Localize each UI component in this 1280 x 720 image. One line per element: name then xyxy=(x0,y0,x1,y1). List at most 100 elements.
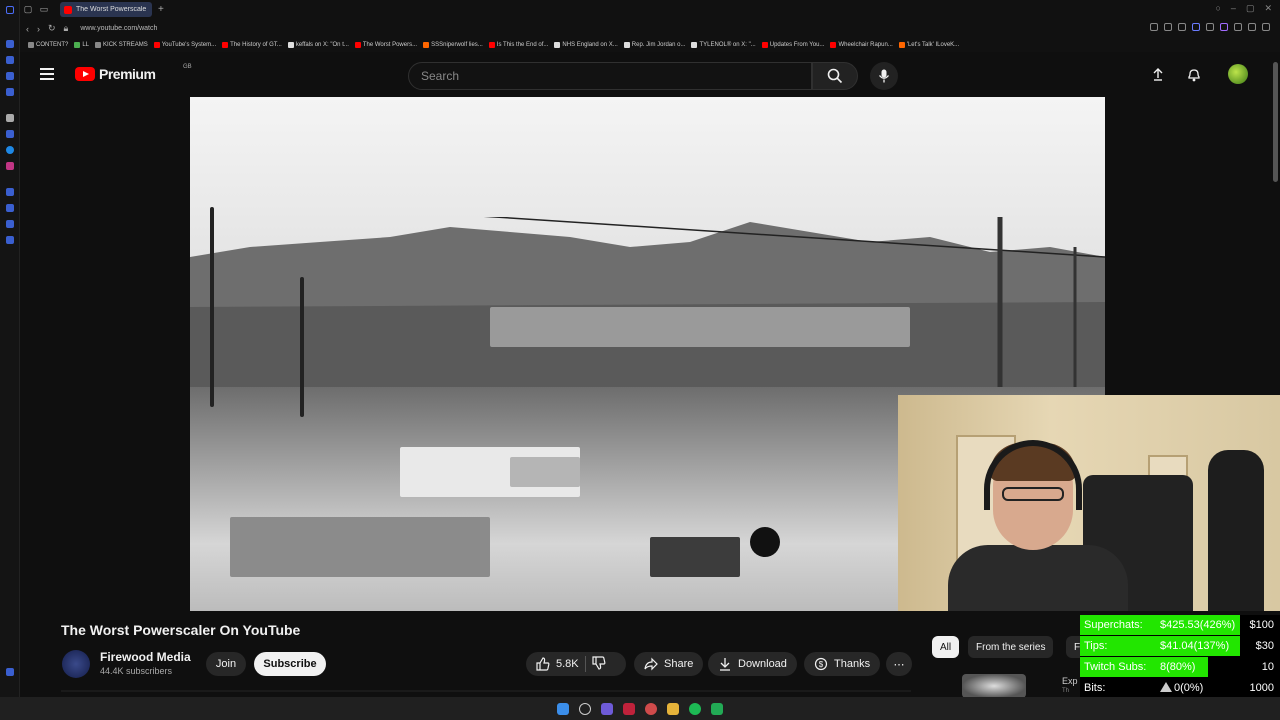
bookmark-label: SSSniperwolf lies... xyxy=(431,42,483,48)
new-tab-button[interactable]: + xyxy=(158,4,164,15)
vpn-icon[interactable] xyxy=(1192,23,1200,31)
search-input[interactable] xyxy=(421,69,781,83)
bookmark-icon[interactable] xyxy=(1178,23,1186,31)
opera-logo-icon[interactable] xyxy=(6,6,14,14)
sidebar-app-icon[interactable] xyxy=(6,40,14,48)
stream-goal-label: Bits: xyxy=(1084,682,1106,694)
subscribe-button[interactable]: Subscribe xyxy=(254,652,326,676)
recommended-title[interactable]: Exp xyxy=(1062,676,1078,686)
thanks-button[interactable]: $ Thanks xyxy=(804,652,881,676)
filter-chip[interactable]: From the series xyxy=(968,636,1054,658)
bookmark-item[interactable]: CONTENT? xyxy=(28,42,68,48)
stream-goal-label: Superchats: xyxy=(1084,619,1143,631)
sidebar-more-icon[interactable] xyxy=(6,668,14,676)
chrome-icon[interactable] xyxy=(645,702,657,715)
sidebar-app-icon[interactable] xyxy=(6,236,14,244)
bookmark-item[interactable]: Rep. Jim Jordan o... xyxy=(623,42,685,48)
tab-active[interactable]: The Worst Powerscale xyxy=(60,2,152,17)
camera-icon[interactable] xyxy=(1164,23,1172,31)
bookmark-favicon-icon xyxy=(287,42,294,48)
voice-search-button[interactable] xyxy=(870,62,898,90)
menu-icon[interactable] xyxy=(1262,23,1270,31)
bookmark-label: 'Let's Talk' ILoveK... xyxy=(906,42,960,48)
player-icon[interactable] xyxy=(1234,23,1242,31)
upload-button[interactable] xyxy=(1150,66,1166,82)
bookmark-label: TYLENOL® on X: "... xyxy=(699,42,756,48)
dislike-button[interactable] xyxy=(592,655,606,673)
search-button[interactable] xyxy=(812,62,858,90)
discord-icon[interactable] xyxy=(601,702,613,715)
forward-icon[interactable]: › xyxy=(37,24,40,34)
tab-menu-icon[interactable]: ▢ xyxy=(20,0,36,19)
recommended-thumbnail[interactable] xyxy=(962,674,1026,698)
webcam-coat xyxy=(1208,450,1264,611)
sidebar-app-icon[interactable] xyxy=(6,72,14,80)
bookmark-item[interactable]: NHS England on X... xyxy=(554,42,618,48)
spotify-icon[interactable] xyxy=(689,702,701,715)
bell-icon xyxy=(1188,68,1200,81)
youtube-premium-logo[interactable]: Premium GB xyxy=(75,64,192,82)
tab-title: The Worst Powerscale xyxy=(76,6,147,13)
start-icon[interactable] xyxy=(557,702,569,715)
search-icon[interactable] xyxy=(579,702,591,715)
page-scrollbar[interactable] xyxy=(1273,62,1278,182)
channel-name[interactable]: Firewood Media xyxy=(100,650,191,664)
zoom-icon[interactable] xyxy=(1150,23,1158,31)
notifications-button[interactable] xyxy=(1186,66,1202,82)
channel-avatar[interactable] xyxy=(62,650,90,678)
sidebar-app-icon[interactable] xyxy=(6,188,14,196)
sidebar-app-icon[interactable] xyxy=(6,56,14,64)
more-actions-button[interactable]: ⋯ xyxy=(886,652,912,676)
close-icon[interactable]: ✕ xyxy=(1264,3,1272,14)
account-avatar[interactable] xyxy=(1228,64,1248,84)
bookmarks-bar: CONTENT? LL KICK STREAMS YouTube's System..… xyxy=(20,38,1280,52)
app-icon[interactable] xyxy=(711,702,723,715)
download-button[interactable]: Download xyxy=(708,652,797,676)
file-explorer-icon[interactable] xyxy=(667,702,679,715)
bookmark-item[interactable]: YouTube's System... xyxy=(153,42,217,48)
bookmark-favicon-icon xyxy=(28,42,34,48)
share-button[interactable]: Share xyxy=(634,652,704,676)
bookmark-favicon-icon xyxy=(222,42,229,48)
join-button[interactable]: Join xyxy=(206,652,246,676)
bookmark-label: NHS England on X... xyxy=(562,42,618,48)
bookmark-label: Wheelchair Rapun... xyxy=(838,42,893,48)
youtube-favicon-icon xyxy=(64,5,72,14)
sidebar-app-icon[interactable] xyxy=(6,220,14,228)
sidebar-app-icon[interactable] xyxy=(6,130,14,138)
bookmark-item[interactable]: The Worst Powers... xyxy=(354,42,417,48)
tab-manager-icon[interactable]: ▭ xyxy=(36,0,52,19)
webcam-overlay xyxy=(898,395,1280,611)
heart-icon[interactable] xyxy=(1220,23,1228,31)
bookmark-item[interactable]: Is This the End of... xyxy=(488,42,548,48)
reload-icon[interactable]: ↻ xyxy=(48,23,56,34)
extensions-icon[interactable] xyxy=(1206,23,1214,31)
bookmark-item[interactable]: LL xyxy=(74,42,89,48)
sidebar-app-icon[interactable] xyxy=(6,204,14,212)
bookmark-item[interactable]: SSSniperwolf lies... xyxy=(423,42,483,48)
minimize-icon[interactable]: – xyxy=(1231,3,1236,14)
bookmark-item[interactable]: KICK STREAMS xyxy=(95,42,148,48)
back-icon[interactable]: ‹ xyxy=(26,24,29,34)
messenger-icon[interactable] xyxy=(6,146,14,154)
bookmark-item[interactable]: TYLENOL® on X: "... xyxy=(691,42,756,48)
sidebar-app-icon[interactable] xyxy=(6,88,14,96)
opera-icon[interactable] xyxy=(623,702,635,715)
bookmark-item[interactable]: 'Let's Talk' ILoveK... xyxy=(898,42,960,48)
bookmark-item[interactable]: Updates From You... xyxy=(761,42,824,48)
url-field[interactable]: www.youtube.com/watch xyxy=(80,25,157,32)
bookmark-item[interactable]: keffals on X: "On t... xyxy=(287,42,349,48)
maximize-icon[interactable]: ▢ xyxy=(1246,3,1255,14)
hamburger-menu-icon[interactable] xyxy=(40,68,54,80)
recommended-subtitle: Th xyxy=(1062,688,1070,694)
search-tabs-icon[interactable]: ○ xyxy=(1215,3,1220,14)
download-icon[interactable] xyxy=(1248,23,1256,31)
bookmark-item[interactable]: Wheelchair Rapun... xyxy=(830,42,893,48)
instagram-icon[interactable] xyxy=(6,162,14,170)
filter-chip[interactable]: All xyxy=(932,636,960,658)
sidebar-app-icon[interactable] xyxy=(6,114,14,122)
like-button[interactable]: 5.8K xyxy=(536,657,579,671)
bookmark-item[interactable]: The History of GT... xyxy=(222,42,282,48)
bookmark-label: YouTube's System... xyxy=(161,42,217,48)
stream-goal-target: 1000 xyxy=(1249,682,1274,694)
